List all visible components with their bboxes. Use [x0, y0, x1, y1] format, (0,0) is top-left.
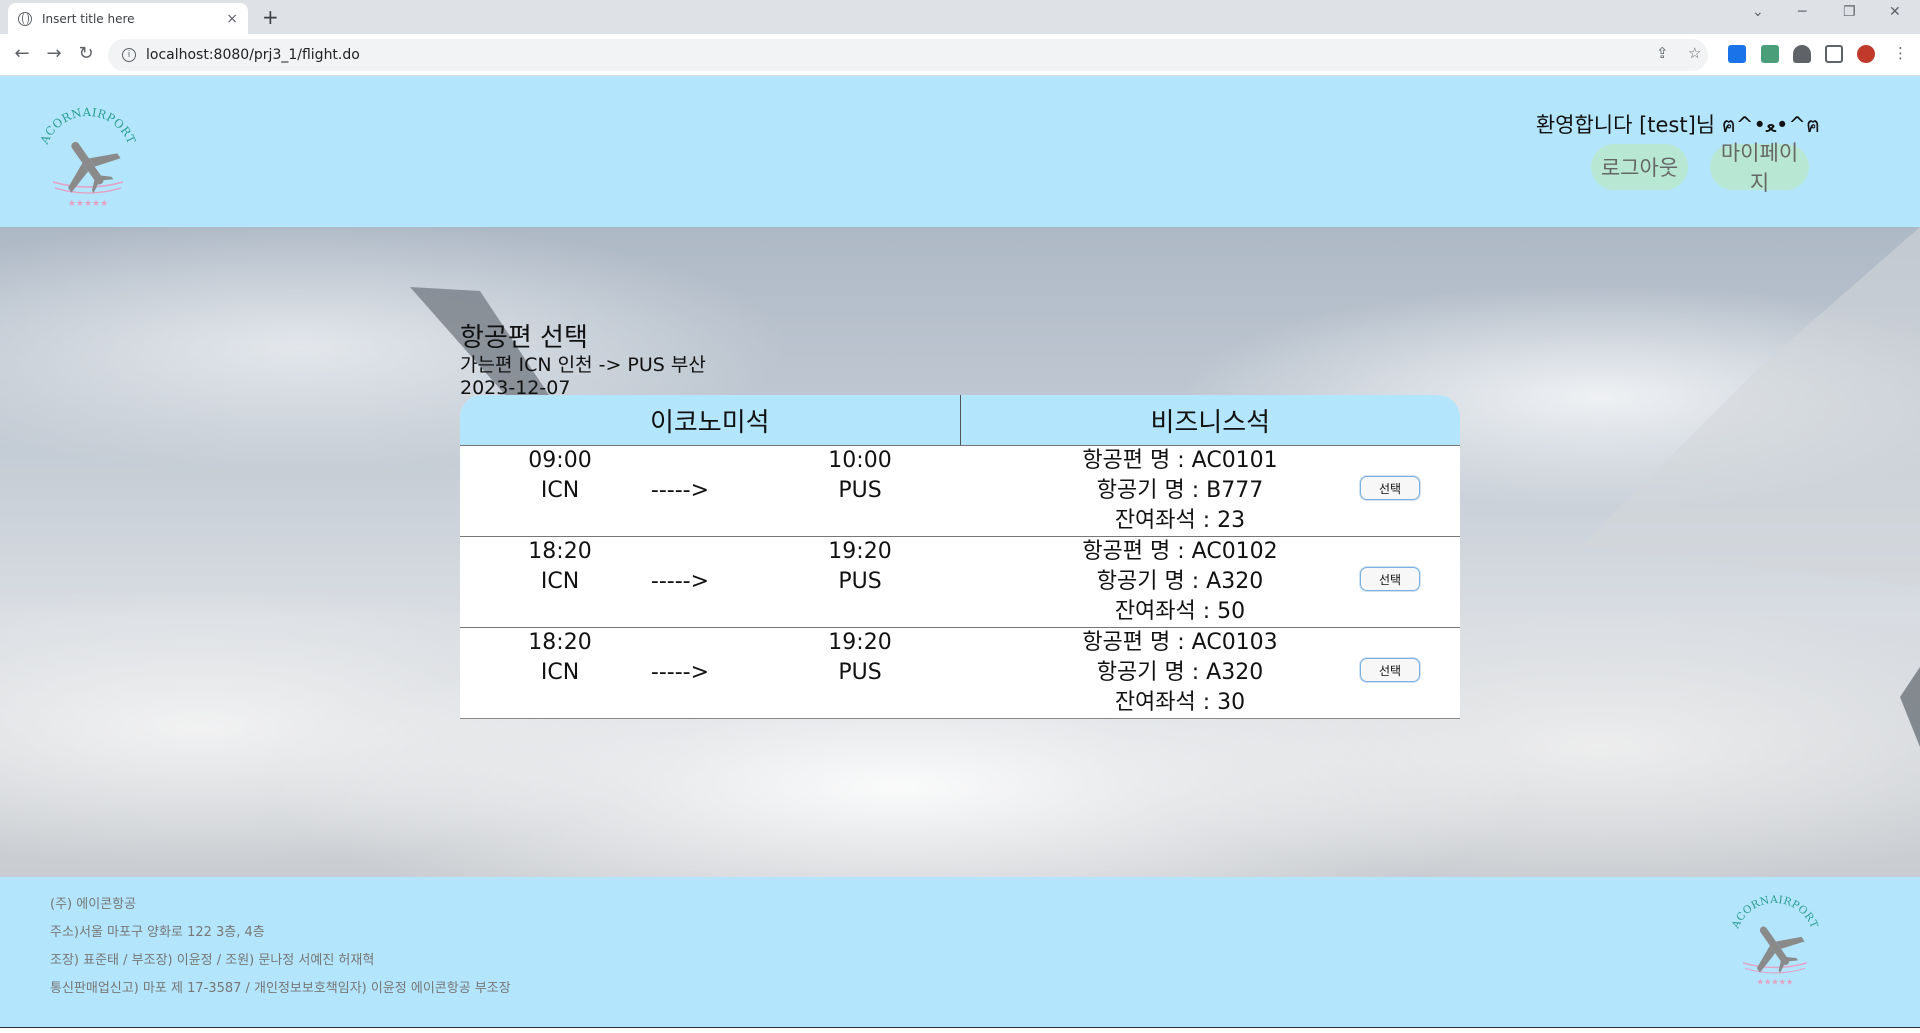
departure-code: ICN — [540, 478, 580, 503]
site-header: ACORNAIRPORT ★★★★★ 환영합니다 [test]님 ฅ^•ﻌ•^ฅ… — [0, 76, 1920, 227]
airplane-wing-right-image — [1580, 227, 1920, 747]
tab-close-icon[interactable]: × — [226, 11, 238, 27]
browser-tab-bar: Insert title here × + ⌄ ─ ❐ ✕ — [0, 0, 1920, 34]
window-close-icon[interactable]: ✕ — [1889, 4, 1901, 20]
globe-icon — [18, 11, 32, 26]
select-button[interactable]: 선택 — [1360, 567, 1420, 591]
logo-stars: ★★★★★ — [68, 199, 108, 209]
departure-code: ICN — [540, 569, 580, 594]
browser-toolbar: ← → ↻ i localhost:8080/prj3_1/flight.do … — [0, 34, 1920, 76]
arrival-time: 19:20 — [828, 539, 892, 564]
footer-logo-text: ACORNAIRPORT — [1729, 894, 1819, 931]
remaining-seats: 잔여좌석 : 50 — [1114, 599, 1246, 624]
departure-time: 18:20 — [528, 539, 592, 564]
tab-title: Insert title here — [42, 11, 135, 26]
arrival-code: PUS — [838, 660, 882, 685]
route-text: 가는편 ICN 인천 -> PUS 부산 — [460, 354, 706, 376]
arrival-code: PUS — [838, 569, 882, 594]
aircraft-name: 항공기 명 : B777 — [1096, 478, 1264, 503]
svg-text:ACORNAIRPORT: ACORNAIRPORT — [1729, 894, 1820, 931]
restore-icon[interactable]: ❐ — [1843, 4, 1856, 20]
url-text: localhost:8080/prj3_1/flight.do — [146, 47, 360, 63]
flight-row: 18:20 ICN -----> 19:20 PUS 항공편 명 : AC010… — [460, 627, 1460, 718]
table-header: 이코노미석 비즈니스석 — [460, 395, 1460, 445]
footer-members: 조장) 표준태 / 부조장) 이윤정 / 조원) 문나정 서예진 허재혁 — [50, 953, 375, 968]
select-button[interactable]: 선택 — [1360, 476, 1420, 500]
footer-address: 주소)서울 마포구 양화로 122 3층, 4층 — [50, 925, 265, 940]
new-tab-icon[interactable]: + — [262, 5, 279, 29]
footer-license: 통신판매업신고) 마포 제 17-3587 / 개인정보보호책임자) 이윤정 에… — [50, 981, 511, 996]
footer-logo: ACORNAIRPORT ★★★★★ — [1729, 894, 1820, 987]
extension-send-icon[interactable] — [1728, 45, 1746, 63]
tab-search-icon[interactable]: ⌄ — [1752, 4, 1764, 20]
business-header: 비즈니스석 — [959, 395, 1461, 445]
departure-time: 09:00 — [528, 448, 592, 473]
site-info-icon[interactable]: i — [122, 48, 136, 62]
flight-name: 항공편 명 : AC0103 — [1082, 630, 1278, 655]
acorn-airport-logo[interactable]: ACORNAIRPORT ★★★★★ — [33, 104, 143, 214]
bookmark-star-icon[interactable]: ☆ — [1688, 44, 1701, 62]
bottom-strip — [0, 1027, 1920, 1033]
aircraft-name: 항공기 명 : A320 — [1096, 569, 1264, 594]
flight-row: 18:20 ICN -----> 19:20 PUS 항공편 명 : AC010… — [460, 536, 1460, 627]
departure-code: ICN — [540, 660, 580, 685]
route-arrow: -----> — [650, 660, 710, 685]
departure-time: 18:20 — [528, 630, 592, 655]
remaining-seats: 잔여좌석 : 23 — [1114, 508, 1246, 533]
flight-table: 이코노미석 비즈니스석 09:00 ICN -----> 10:00 PUS 항… — [460, 395, 1460, 719]
page-title: 항공편 선택 — [460, 323, 588, 353]
economy-header: 이코노미석 — [649, 407, 770, 438]
route-arrow: -----> — [650, 569, 710, 594]
extensions-puzzle-icon[interactable] — [1793, 45, 1811, 63]
flight-name: 항공편 명 : AC0102 — [1082, 539, 1278, 564]
flight-heading: 항공편 선택 가는편 ICN 인천 -> PUS 부산 2023-12-07 — [460, 323, 706, 399]
browser-tab[interactable]: Insert title here × — [8, 3, 248, 34]
logo-text: ACORNAIRPORT — [37, 105, 139, 147]
route-arrow: -----> — [650, 478, 710, 503]
flight-name: 항공편 명 : AC0101 — [1082, 448, 1278, 473]
minimize-icon[interactable]: ─ — [1798, 4, 1806, 20]
side-panel-icon[interactable] — [1825, 45, 1843, 63]
arrival-code: PUS — [838, 478, 882, 503]
aircraft-name: 항공기 명 : A320 — [1096, 660, 1264, 685]
forward-icon[interactable]: → — [42, 43, 66, 64]
back-icon[interactable]: ← — [10, 43, 34, 64]
share-icon[interactable]: ⇪ — [1656, 44, 1669, 62]
address-bar[interactable]: i localhost:8080/prj3_1/flight.do — [108, 39, 1708, 71]
logout-button[interactable]: 로그아웃 — [1591, 144, 1688, 190]
footer-company: (주) 에이콘항공 — [50, 897, 137, 912]
flight-row: 09:00 ICN -----> 10:00 PUS 항공편 명 : AC010… — [460, 445, 1460, 536]
remaining-seats: 잔여좌석 : 30 — [1114, 690, 1246, 715]
svg-text:ACORNAIRPORT: ACORNAIRPORT — [37, 105, 139, 147]
browser-menu-icon[interactable]: ⋮ — [1893, 44, 1908, 62]
profile-avatar[interactable] — [1857, 45, 1875, 63]
main-content: 항공편 선택 가는편 ICN 인천 -> PUS 부산 2023-12-07 이… — [0, 227, 1920, 877]
mypage-button[interactable]: 마이페이지 — [1710, 142, 1809, 195]
extension-translate-icon[interactable] — [1761, 45, 1779, 63]
footer-logo-stars: ★★★★★ — [1757, 977, 1794, 987]
site-footer: (주) 에이콘항공 주소)서울 마포구 양화로 122 3층, 4층 조장) 표… — [0, 877, 1920, 1027]
arrival-time: 19:20 — [828, 630, 892, 655]
reload-icon[interactable]: ↻ — [74, 43, 98, 64]
arrival-time: 10:00 — [828, 448, 892, 473]
select-button[interactable]: 선택 — [1360, 658, 1420, 682]
